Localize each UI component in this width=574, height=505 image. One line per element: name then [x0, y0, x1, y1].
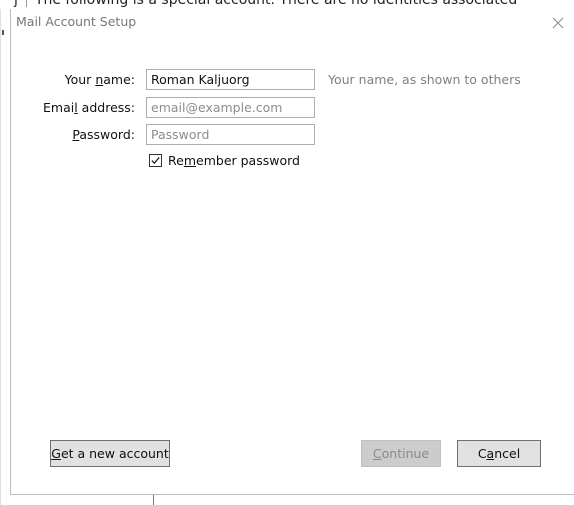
checkbox-box[interactable] [149, 154, 162, 167]
background-left-mark [2, 30, 4, 35]
continue-button[interactable]: Continue [361, 440, 441, 467]
password-label: Password: [72, 127, 135, 142]
close-button[interactable] [548, 13, 568, 33]
background-splitter [153, 495, 154, 505]
close-icon [552, 17, 564, 29]
background-message-strip: j The following is a special account. The… [0, 0, 574, 9]
password-input[interactable] [146, 124, 315, 145]
background-divider [25, 0, 27, 7]
dialog-title: Mail Account Setup [16, 14, 137, 29]
name-hint: Your name, as shown to others [328, 72, 521, 87]
email-label: Email address: [43, 100, 135, 115]
background-left-border [0, 9, 1, 505]
checkmark-icon [151, 156, 160, 165]
email-input[interactable] [146, 97, 315, 118]
background-title-fragment: j [14, 0, 18, 8]
dialog-titlebar[interactable]: Mail Account Setup [11, 9, 574, 37]
name-label: Your name: [64, 72, 135, 87]
remember-password-label: Remember password [168, 153, 300, 168]
cancel-button[interactable]: Cancel [457, 440, 541, 467]
background-message-fragment: The following is a special account. Ther… [34, 0, 518, 8]
name-input[interactable] [146, 69, 315, 90]
get-new-account-button[interactable]: Get a new account [50, 440, 170, 467]
mail-account-setup-dialog: Mail Account Setup Your name: Your name,… [10, 9, 574, 495]
